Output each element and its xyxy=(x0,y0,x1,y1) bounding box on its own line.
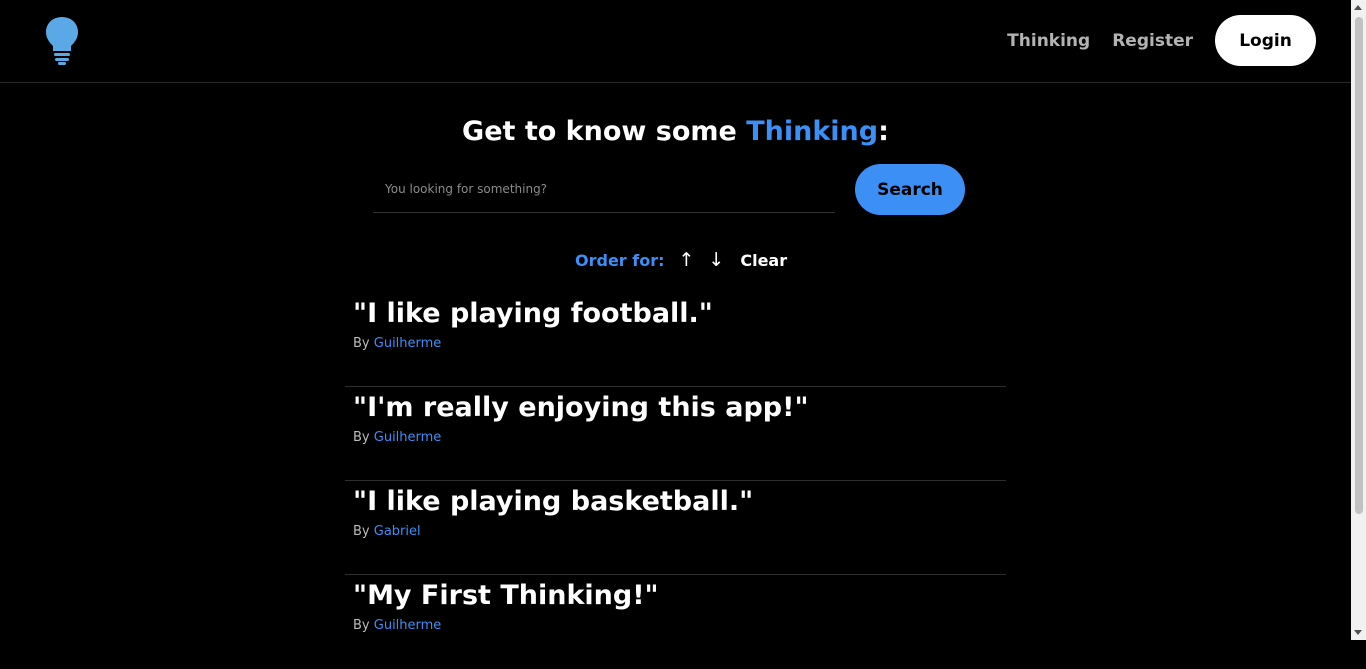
page-title-prefix: Get to know some xyxy=(462,116,747,147)
thought-quote: "My First Thinking!" xyxy=(353,580,659,611)
list-item: "I like playing football." By Guilherme xyxy=(345,293,1006,387)
page-title: Get to know some Thinking: xyxy=(0,116,1351,147)
list-item: "I like playing basketball." By Gabriel xyxy=(345,481,1006,575)
order-controls: Order for: ↑ ↓ Clear xyxy=(575,249,787,271)
search-input[interactable] xyxy=(373,165,835,213)
thought-quote: "I'm really enjoying this app!" xyxy=(353,392,809,423)
thought-quote: "I like playing basketball." xyxy=(353,486,754,517)
author-link[interactable]: Guilherme xyxy=(374,336,442,351)
byline-prefix: By xyxy=(353,336,374,351)
scroll-down-arrow-icon[interactable] xyxy=(1354,630,1362,635)
thought-byline: By Guilherme xyxy=(353,618,1006,633)
navbar: Thinking Register Login xyxy=(0,0,1351,83)
nav-link-register[interactable]: Register xyxy=(1112,31,1193,51)
scroll-up-arrow-icon[interactable] xyxy=(1354,5,1362,10)
byline-prefix: By xyxy=(353,618,374,633)
page-title-accent: Thinking xyxy=(746,116,879,147)
clear-order-button[interactable]: Clear xyxy=(740,251,787,270)
order-label: Order for: xyxy=(575,250,665,270)
page-title-suffix: : xyxy=(878,116,889,147)
sort-descending-icon[interactable]: ↓ xyxy=(708,249,724,271)
byline-prefix: By xyxy=(353,430,374,445)
sort-ascending-icon[interactable]: ↑ xyxy=(679,249,695,271)
thought-byline: By Guilherme xyxy=(353,336,1006,351)
list-item: "My First Thinking!" By Guilherme xyxy=(345,575,1006,669)
scrollbar-thumb[interactable] xyxy=(1355,17,1363,514)
author-link[interactable]: Guilherme xyxy=(374,618,442,633)
search-button[interactable]: Search xyxy=(855,164,965,215)
lightbulb-icon[interactable] xyxy=(44,15,80,65)
thought-byline: By Gabriel xyxy=(353,524,1006,539)
author-link[interactable]: Gabriel xyxy=(374,524,421,539)
thought-quote: "I like playing football." xyxy=(353,298,713,329)
byline-prefix: By xyxy=(353,524,374,539)
scrollbar[interactable] xyxy=(1351,0,1366,640)
nav-links: Thinking Register Login xyxy=(1007,15,1316,66)
login-button[interactable]: Login xyxy=(1215,15,1316,66)
author-link[interactable]: Guilherme xyxy=(374,430,442,445)
thought-byline: By Guilherme xyxy=(353,430,1006,445)
nav-link-thinking[interactable]: Thinking xyxy=(1007,31,1090,51)
thought-list: "I like playing football." By Guilherme … xyxy=(345,293,1006,669)
list-item: "I'm really enjoying this app!" By Guilh… xyxy=(345,387,1006,481)
